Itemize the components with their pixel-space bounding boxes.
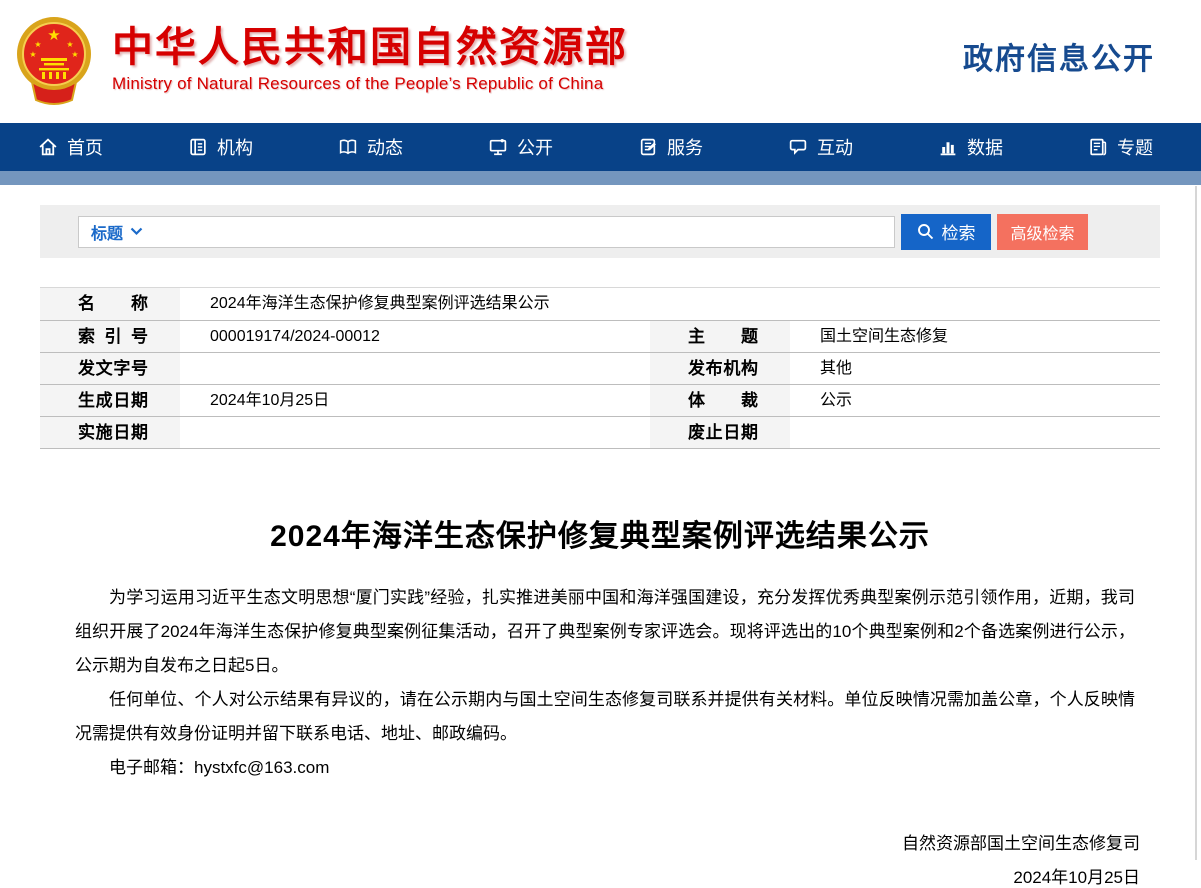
meta-label-genre: 体裁 — [650, 385, 790, 416]
svg-text:★: ★ — [47, 27, 60, 44]
nav-label: 数据 — [967, 134, 1003, 160]
nav-item-home[interactable]: 首页 — [38, 134, 103, 160]
nav-label: 服务 — [667, 134, 703, 160]
bar-chart-icon — [938, 137, 958, 157]
article-title: 2024年海洋生态保护修复典型案例评选结果公示 — [40, 511, 1160, 555]
meta-row-impl-abolish: 实施日期 废止日期 — [40, 416, 1160, 448]
meta-label-impl: 实施日期 — [40, 417, 180, 448]
nav-label: 机构 — [217, 134, 253, 160]
meta-row-created-genre: 生成日期 2024年10月25日 体裁 公示 — [40, 384, 1160, 416]
meta-value-docnum — [180, 353, 650, 384]
search-box: 标题 — [78, 216, 895, 248]
search-field-selector[interactable]: 标题 — [91, 220, 143, 244]
meta-label-name: 名称 — [40, 288, 180, 320]
site-header: ★ ★ ★ ★ ★ 中华人民共和国自然资源部 Ministry of Natur… — [0, 0, 1201, 123]
article-signature: 自然资源部国土空间生态修复司 — [40, 829, 1160, 854]
article-sign-date: 2024年10月25日 — [40, 863, 1160, 888]
search-band: 标题 检索 高级检索 — [40, 205, 1160, 258]
meta-value-created: 2024年10月25日 — [180, 385, 650, 416]
site-title: 中华人民共和国自然资源部 — [112, 24, 628, 71]
meta-value-topic: 国土空间生态修复 — [790, 321, 1160, 352]
article-paragraph: 为学习运用习近平生态文明思想“厦门实践”经验，扎实推进美丽中国和海洋强国建设，充… — [75, 581, 1135, 683]
page-right-border — [1195, 186, 1197, 860]
nav-item-services[interactable]: 服务 — [638, 134, 703, 160]
nav-label: 动态 — [367, 134, 403, 160]
nav-item-topics[interactable]: 专题 — [1088, 134, 1153, 160]
org-icon — [188, 137, 208, 157]
svg-text:★: ★ — [29, 50, 36, 59]
meta-label-index: 索引号 — [40, 321, 180, 352]
svg-text:★: ★ — [66, 40, 73, 49]
meta-value-index: 000019174/2024-00012 — [180, 321, 650, 352]
brand: ★ ★ ★ ★ ★ 中华人民共和国自然资源部 Ministry of Natur… — [14, 12, 628, 106]
svg-text:★: ★ — [34, 40, 41, 49]
nav-label: 互动 — [817, 134, 853, 160]
doc-pen-icon — [638, 137, 658, 157]
nav-substrip — [0, 171, 1201, 185]
site-subtitle: Ministry of Natural Resources of the Peo… — [112, 74, 628, 94]
meta-label-created: 生成日期 — [40, 385, 180, 416]
advanced-search-button[interactable]: 高级检索 — [997, 214, 1088, 250]
meta-value-agency: 其他 — [790, 353, 1160, 384]
article-body: 为学习运用习近平生态文明思想“厦门实践”经验，扎实推进美丽中国和海洋强国建设，充… — [40, 581, 1160, 785]
monitor-icon — [488, 137, 508, 157]
meta-label-abolish: 废止日期 — [650, 417, 790, 448]
meta-value-genre: 公示 — [790, 385, 1160, 416]
doc-meta-table: 名称 2024年海洋生态保护修复典型案例评选结果公示 索引号 000019174… — [40, 287, 1160, 449]
newspaper-icon — [1088, 137, 1108, 157]
meta-row-name: 名称 2024年海洋生态保护修复典型案例评选结果公示 — [40, 288, 1160, 320]
meta-label-agency: 发布机构 — [650, 353, 790, 384]
nav-item-data[interactable]: 数据 — [938, 134, 1003, 160]
home-icon — [38, 137, 58, 157]
search-icon — [917, 223, 934, 240]
article-paragraph: 任何单位、个人对公示结果有异议的，请在公示期内与国土空间生态修复司联系并提供有关… — [75, 683, 1135, 751]
search-button[interactable]: 检索 — [901, 214, 991, 250]
search-input[interactable] — [143, 217, 894, 247]
meta-value-abolish — [790, 417, 1160, 448]
meta-row-docnum-agency: 发文字号 发布机构 其他 — [40, 352, 1160, 384]
meta-value-impl — [180, 417, 650, 448]
brand-text: 中华人民共和国自然资源部 Ministry of Natural Resourc… — [112, 24, 628, 94]
nav-label: 公开 — [517, 134, 553, 160]
meta-label-docnum: 发文字号 — [40, 353, 180, 384]
meta-row-index-topic: 索引号 000019174/2024-00012 主题 国土空间生态修复 — [40, 320, 1160, 352]
nav-label: 专题 — [1117, 134, 1153, 160]
open-book-icon — [338, 137, 358, 157]
chat-bubble-icon — [788, 137, 808, 157]
nav-label: 首页 — [67, 134, 103, 160]
article-paragraph-email: 电子邮箱：hystxfc@163.com — [75, 751, 1135, 785]
svg-text:★: ★ — [71, 50, 78, 59]
nav-item-disclosure[interactable]: 公开 — [488, 134, 553, 160]
main-nav: 首页 机构 动态 公开 服务 互动 数据 专题 — [0, 123, 1201, 171]
chevron-down-icon — [130, 227, 143, 236]
meta-value-name: 2024年海洋生态保护修复典型案例评选结果公示 — [180, 288, 1160, 320]
section-title: 政府信息公开 — [963, 34, 1155, 78]
nav-item-interaction[interactable]: 互动 — [788, 134, 853, 160]
search-button-label: 检索 — [942, 219, 976, 244]
article: 2024年海洋生态保护修复典型案例评选结果公示 为学习运用习近平生态文明思想“厦… — [40, 511, 1160, 888]
nav-item-org[interactable]: 机构 — [188, 134, 253, 160]
search-field-label: 标题 — [91, 220, 123, 244]
national-emblem-logo: ★ ★ ★ ★ ★ — [14, 12, 94, 106]
nav-item-news[interactable]: 动态 — [338, 134, 403, 160]
meta-label-topic: 主题 — [650, 321, 790, 352]
